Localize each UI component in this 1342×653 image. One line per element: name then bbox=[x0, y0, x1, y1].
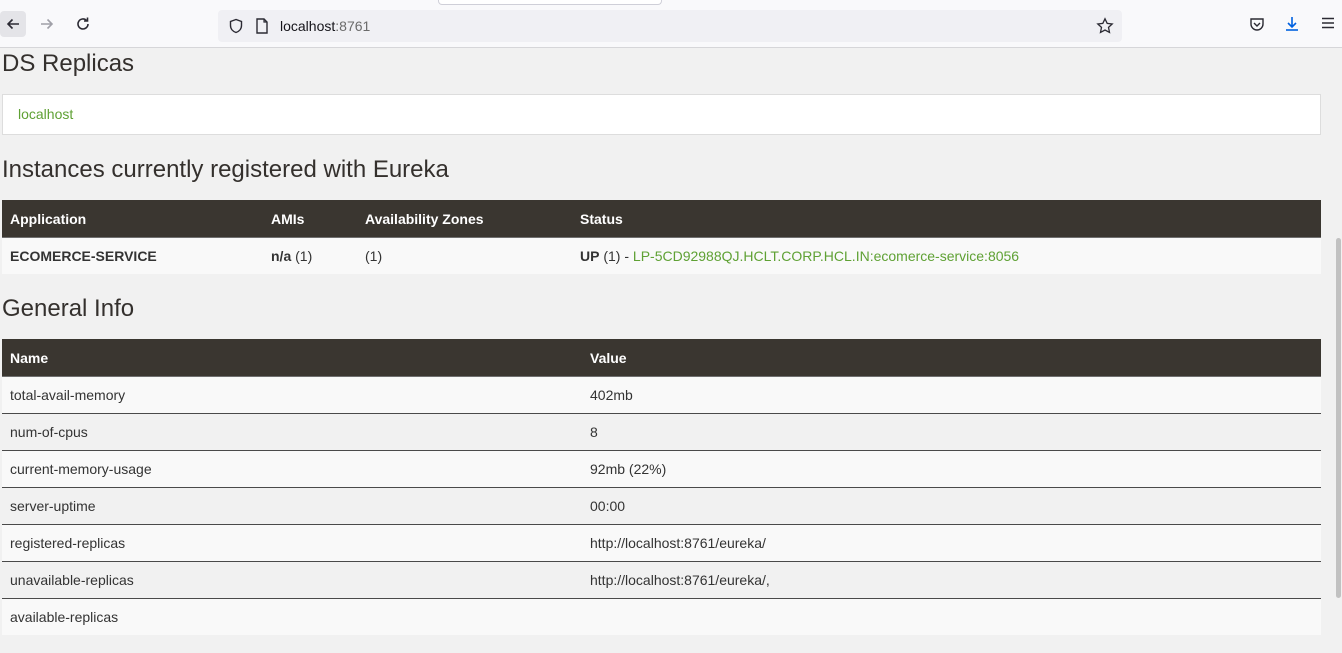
ami-count: (1) bbox=[291, 248, 313, 264]
url-port: :8761 bbox=[335, 18, 371, 34]
table-row: available-replicas bbox=[2, 598, 1321, 635]
page-scrollbar[interactable] bbox=[1335, 48, 1342, 653]
ds-replicas-list: localhost bbox=[2, 94, 1321, 135]
info-name: server-uptime bbox=[2, 487, 582, 525]
scrollbar-thumb[interactable] bbox=[1336, 238, 1341, 598]
pocket-icon[interactable] bbox=[1249, 16, 1265, 32]
table-row: total-avail-memory 402mb bbox=[2, 376, 1321, 414]
ami-value: n/a bbox=[271, 248, 292, 264]
info-value: 402mb bbox=[582, 376, 1321, 414]
instances-header-row: Application AMIs Availability Zones Stat… bbox=[2, 200, 1321, 238]
info-name: total-avail-memory bbox=[2, 376, 582, 414]
instance-status: UP (1) - LP-5CD92988QJ.HCLT.CORP.HCL.IN:… bbox=[572, 237, 1321, 274]
back-arrow-icon bbox=[6, 18, 19, 30]
info-value: http://localhost:8761/eureka/, bbox=[582, 561, 1321, 599]
address-bar[interactable]: localhost:8761 bbox=[218, 10, 1122, 42]
replica-link[interactable]: localhost bbox=[18, 106, 73, 122]
ds-replicas-heading: DS Replicas bbox=[2, 50, 135, 77]
general-info-header-row: Name Value bbox=[2, 339, 1321, 377]
instance-application: ECOMERCE-SERVICE bbox=[2, 237, 263, 274]
instance-row: ECOMERCE-SERVICE n/a (1) (1) UP (1) - LP… bbox=[2, 237, 1321, 274]
info-value: http://localhost:8761/eureka/ bbox=[582, 524, 1321, 562]
table-row: server-uptime 00:00 bbox=[2, 487, 1321, 525]
back-button[interactable] bbox=[0, 11, 26, 37]
table-row: unavailable-replicas http://localhost:87… bbox=[2, 561, 1321, 599]
url-host: localhost bbox=[280, 18, 336, 34]
info-name: unavailable-replicas bbox=[2, 561, 582, 599]
status-count: (1) - bbox=[599, 248, 633, 264]
table-row: num-of-cpus 8 bbox=[2, 413, 1321, 451]
table-row: registered-replicas http://localhost:876… bbox=[2, 524, 1321, 562]
info-name: registered-replicas bbox=[2, 524, 582, 562]
instance-zones: (1) bbox=[357, 237, 572, 274]
reload-button[interactable] bbox=[70, 11, 96, 37]
shield-icon[interactable] bbox=[228, 18, 244, 34]
instance-link[interactable]: LP-5CD92988QJ.HCLT.CORP.HCL.IN:ecomerce-… bbox=[633, 248, 1019, 264]
download-icon[interactable] bbox=[1284, 16, 1300, 32]
col-value: Value bbox=[582, 339, 1321, 377]
info-value: 8 bbox=[582, 413, 1321, 451]
info-name: num-of-cpus bbox=[2, 413, 582, 451]
info-value: 00:00 bbox=[582, 487, 1321, 525]
status-value: UP bbox=[580, 248, 600, 264]
general-info-table: Name Value total-avail-memory 402mb num-… bbox=[2, 339, 1321, 635]
info-value: 92mb (22%) bbox=[582, 450, 1321, 488]
bookmark-star-icon[interactable] bbox=[1096, 17, 1114, 35]
browser-toolbar: localhost:8761 bbox=[0, 0, 1342, 48]
forward-arrow-icon bbox=[41, 18, 54, 30]
info-name: available-replicas bbox=[2, 598, 582, 635]
active-tab-edge bbox=[438, 0, 662, 5]
instances-table: Application AMIs Availability Zones Stat… bbox=[2, 200, 1321, 274]
info-name: current-memory-usage bbox=[2, 450, 582, 488]
col-status: Status bbox=[572, 200, 1321, 238]
menu-icon[interactable] bbox=[1321, 16, 1335, 30]
general-info-heading: General Info bbox=[2, 295, 135, 322]
col-availability-zones: Availability Zones bbox=[357, 200, 572, 238]
col-name: Name bbox=[2, 339, 582, 377]
page-icon[interactable] bbox=[255, 18, 269, 34]
table-row: current-memory-usage 92mb (22%) bbox=[2, 450, 1321, 488]
col-application: Application bbox=[2, 200, 263, 238]
url-text[interactable]: localhost:8761 bbox=[280, 18, 370, 34]
col-amis: AMIs bbox=[263, 200, 357, 238]
instance-amis: n/a (1) bbox=[263, 237, 357, 274]
info-value bbox=[582, 598, 1321, 635]
instances-heading: Instances currently registered with Eure… bbox=[2, 156, 449, 183]
forward-button[interactable] bbox=[34, 11, 60, 37]
reload-icon bbox=[77, 17, 89, 30]
